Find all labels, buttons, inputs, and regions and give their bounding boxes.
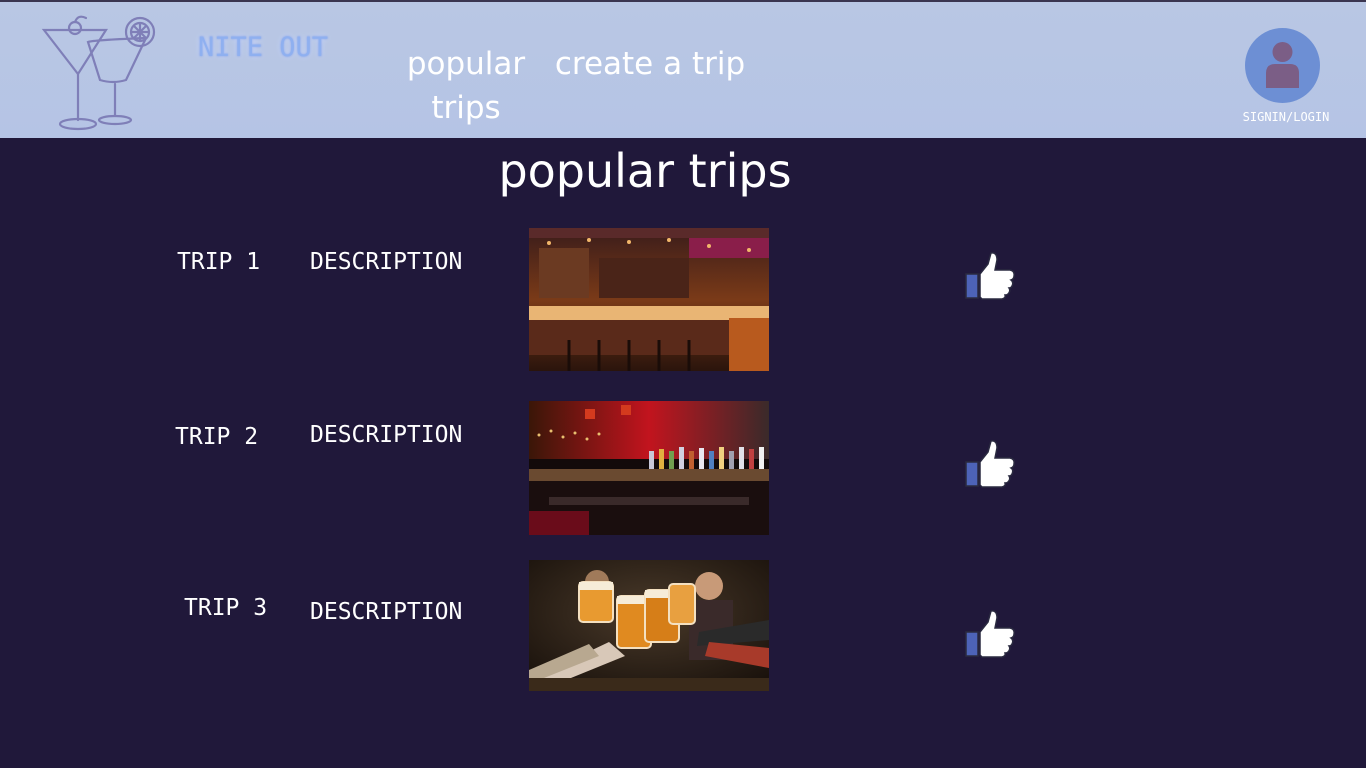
avatar[interactable] bbox=[1245, 28, 1320, 103]
trip-3-description: DESCRIPTION bbox=[310, 599, 463, 625]
trip-2-label[interactable]: TRIP 2 bbox=[175, 424, 258, 450]
trip-2-photo[interactable] bbox=[529, 401, 769, 535]
thumbs-up-icon[interactable] bbox=[964, 438, 1016, 490]
trip-1-photo[interactable] bbox=[529, 228, 769, 371]
trip-1-label[interactable]: TRIP 1 bbox=[177, 249, 260, 275]
trip-3-label[interactable]: TRIP 3 bbox=[184, 595, 267, 621]
header: NITE OUT popular trips create a trip SIG… bbox=[0, 0, 1366, 138]
thumbs-up-icon[interactable] bbox=[964, 250, 1016, 302]
signin-login-link[interactable]: SIGNIN/LOGIN bbox=[1226, 110, 1346, 124]
page-title: popular trips bbox=[498, 144, 792, 198]
trip-2-description: DESCRIPTION bbox=[310, 422, 463, 448]
trip-3-photo[interactable] bbox=[529, 560, 769, 691]
brand-logo-text: NITE OUT bbox=[198, 32, 329, 63]
cocktail-glasses-icon bbox=[41, 15, 156, 131]
user-icon bbox=[1266, 42, 1299, 88]
nav-popular-trips[interactable]: popular trips bbox=[398, 42, 534, 130]
trip-1-description: DESCRIPTION bbox=[310, 249, 463, 275]
nav-create-a-trip[interactable]: create a trip bbox=[552, 42, 748, 86]
thumbs-up-icon[interactable] bbox=[964, 608, 1016, 660]
